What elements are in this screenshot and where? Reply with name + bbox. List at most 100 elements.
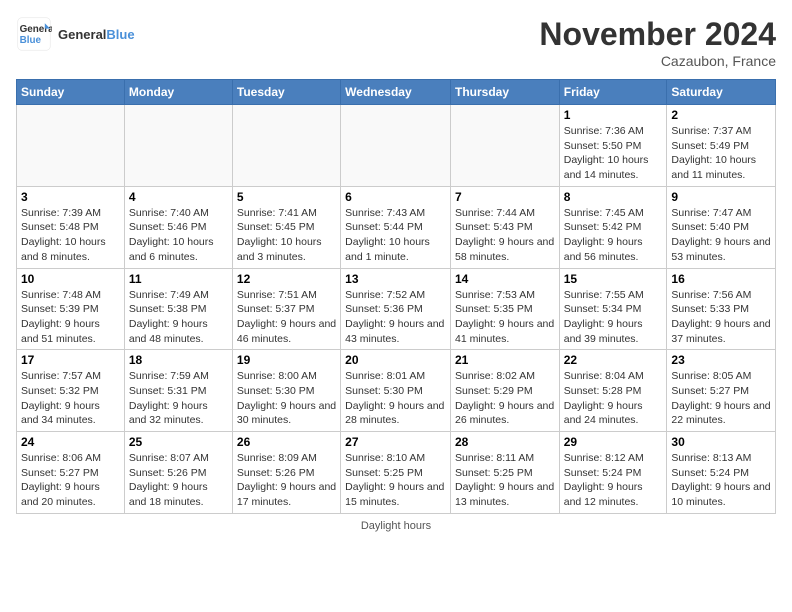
- day-number: 1: [564, 108, 663, 122]
- calendar-cell: 12 Sunrise: 7:51 AM Sunset: 5:37 PM Dayli…: [232, 268, 340, 350]
- header-friday: Friday: [559, 80, 667, 105]
- header-wednesday: Wednesday: [341, 80, 451, 105]
- day-info: Sunrise: 7:49 AM Sunset: 5:38 PM Dayligh…: [129, 288, 228, 347]
- day-number: 7: [455, 190, 555, 204]
- day-info: Sunrise: 7:48 AM Sunset: 5:39 PM Dayligh…: [21, 288, 120, 347]
- calendar-header-row: SundayMondayTuesdayWednesdayThursdayFrid…: [17, 80, 776, 105]
- day-info: Sunrise: 7:57 AM Sunset: 5:32 PM Dayligh…: [21, 369, 120, 428]
- day-info: Sunrise: 7:47 AM Sunset: 5:40 PM Dayligh…: [671, 206, 771, 265]
- calendar-cell: 16Sunrise: 7:56 AM Sunset: 5:33 PM Dayli…: [667, 268, 776, 350]
- day-info: Sunrise: 7:43 AM Sunset: 5:44 PM Dayligh…: [345, 206, 446, 265]
- day-info: Sunrise: 8:00 AM Sunset: 5:30 PM Dayligh…: [237, 369, 336, 428]
- week-row-1: 3 Sunrise: 7:39 AM Sunset: 5:48 PM Daylig…: [17, 186, 776, 268]
- calendar-cell: 1 Sunrise: 7:36 AM Sunset: 5:50 PM Daylig…: [559, 105, 667, 187]
- calendar-cell: 15 Sunrise: 7:55 AM Sunset: 5:34 PM Dayli…: [559, 268, 667, 350]
- calendar-cell: 5 Sunrise: 7:41 AM Sunset: 5:45 PM Daylig…: [232, 186, 340, 268]
- day-number: 4: [129, 190, 228, 204]
- day-info: Sunrise: 7:36 AM Sunset: 5:50 PM Dayligh…: [564, 124, 663, 183]
- day-info: Sunrise: 8:13 AM Sunset: 5:24 PM Dayligh…: [671, 451, 771, 510]
- day-info: Sunrise: 7:51 AM Sunset: 5:37 PM Dayligh…: [237, 288, 336, 347]
- day-info: Sunrise: 7:39 AM Sunset: 5:48 PM Dayligh…: [21, 206, 120, 265]
- calendar-cell: [124, 105, 232, 187]
- day-info: Sunrise: 7:41 AM Sunset: 5:45 PM Dayligh…: [237, 206, 336, 265]
- day-number: 13: [345, 272, 446, 286]
- calendar-table: SundayMondayTuesdayWednesdayThursdayFrid…: [16, 79, 776, 514]
- day-number: 18: [129, 353, 228, 367]
- calendar-cell: 18 Sunrise: 7:59 AM Sunset: 5:31 PM Dayli…: [124, 350, 232, 432]
- calendar-cell: 26Sunrise: 8:09 AM Sunset: 5:26 PM Dayli…: [232, 432, 340, 514]
- day-info: Sunrise: 7:45 AM Sunset: 5:42 PM Dayligh…: [564, 206, 663, 265]
- day-number: 15: [564, 272, 663, 286]
- day-number: 3: [21, 190, 120, 204]
- header-saturday: Saturday: [667, 80, 776, 105]
- day-number: 11: [129, 272, 228, 286]
- week-row-4: 24 Sunrise: 8:06 AM Sunset: 5:27 PM Dayli…: [17, 432, 776, 514]
- day-info: Sunrise: 7:53 AM Sunset: 5:35 PM Dayligh…: [455, 288, 555, 347]
- day-info: Sunrise: 8:02 AM Sunset: 5:29 PM Dayligh…: [455, 369, 555, 428]
- svg-text:Blue: Blue: [20, 35, 42, 46]
- day-number: 10: [21, 272, 120, 286]
- logo-text: GeneralBlue: [58, 27, 135, 42]
- day-info: Sunrise: 7:59 AM Sunset: 5:31 PM Dayligh…: [129, 369, 228, 428]
- day-info: Sunrise: 8:09 AM Sunset: 5:26 PM Dayligh…: [237, 451, 336, 510]
- calendar-cell: 10 Sunrise: 7:48 AM Sunset: 5:39 PM Dayli…: [17, 268, 125, 350]
- day-info: Sunrise: 8:06 AM Sunset: 5:27 PM Dayligh…: [21, 451, 120, 510]
- day-number: 9: [671, 190, 771, 204]
- header-sunday: Sunday: [17, 80, 125, 105]
- day-info: Sunrise: 8:11 AM Sunset: 5:25 PM Dayligh…: [455, 451, 555, 510]
- day-number: 12: [237, 272, 336, 286]
- day-info: Sunrise: 8:12 AM Sunset: 5:24 PM Dayligh…: [564, 451, 663, 510]
- day-number: 27: [345, 435, 446, 449]
- day-info: Sunrise: 8:05 AM Sunset: 5:27 PM Dayligh…: [671, 369, 771, 428]
- calendar-cell: [450, 105, 559, 187]
- header-monday: Monday: [124, 80, 232, 105]
- calendar-cell: 11 Sunrise: 7:49 AM Sunset: 5:38 PM Dayli…: [124, 268, 232, 350]
- week-row-0: 1 Sunrise: 7:36 AM Sunset: 5:50 PM Daylig…: [17, 105, 776, 187]
- day-number: 6: [345, 190, 446, 204]
- day-number: 24: [21, 435, 120, 449]
- week-row-2: 10 Sunrise: 7:48 AM Sunset: 5:39 PM Dayli…: [17, 268, 776, 350]
- day-number: 30: [671, 435, 771, 449]
- week-row-3: 17Sunrise: 7:57 AM Sunset: 5:32 PM Dayli…: [17, 350, 776, 432]
- day-info: Sunrise: 8:07 AM Sunset: 5:26 PM Dayligh…: [129, 451, 228, 510]
- calendar-cell: [232, 105, 340, 187]
- day-number: 5: [237, 190, 336, 204]
- calendar-cell: 4 Sunrise: 7:40 AM Sunset: 5:46 PM Daylig…: [124, 186, 232, 268]
- calendar-cell: [341, 105, 451, 187]
- day-info: Sunrise: 7:52 AM Sunset: 5:36 PM Dayligh…: [345, 288, 446, 347]
- title-block: November 2024 Cazaubon, France: [539, 16, 776, 69]
- page-header: General Blue GeneralBlue November 2024 C…: [16, 16, 776, 69]
- calendar-cell: 25 Sunrise: 8:07 AM Sunset: 5:26 PM Dayli…: [124, 432, 232, 514]
- day-number: 19: [237, 353, 336, 367]
- month-title: November 2024: [539, 16, 776, 53]
- calendar-cell: 9 Sunrise: 7:47 AM Sunset: 5:40 PM Daylig…: [667, 186, 776, 268]
- calendar-cell: 6 Sunrise: 7:43 AM Sunset: 5:44 PM Daylig…: [341, 186, 451, 268]
- calendar-cell: 7Sunrise: 7:44 AM Sunset: 5:43 PM Daylig…: [450, 186, 559, 268]
- day-number: 8: [564, 190, 663, 204]
- calendar-cell: [17, 105, 125, 187]
- day-number: 2: [671, 108, 771, 122]
- day-info: Sunrise: 7:40 AM Sunset: 5:46 PM Dayligh…: [129, 206, 228, 265]
- day-info: Sunrise: 8:10 AM Sunset: 5:25 PM Dayligh…: [345, 451, 446, 510]
- calendar-cell: 29Sunrise: 8:12 AM Sunset: 5:24 PM Dayli…: [559, 432, 667, 514]
- calendar-cell: 2Sunrise: 7:37 AM Sunset: 5:49 PM Daylig…: [667, 105, 776, 187]
- calendar-cell: 19 Sunrise: 8:00 AM Sunset: 5:30 PM Dayli…: [232, 350, 340, 432]
- day-info: Sunrise: 8:01 AM Sunset: 5:30 PM Dayligh…: [345, 369, 446, 428]
- header-tuesday: Tuesday: [232, 80, 340, 105]
- location: Cazaubon, France: [539, 53, 776, 69]
- calendar-cell: 23 Sunrise: 8:05 AM Sunset: 5:27 PM Dayli…: [667, 350, 776, 432]
- day-info: Sunrise: 7:56 AM Sunset: 5:33 PM Dayligh…: [671, 288, 771, 347]
- day-info: Sunrise: 7:55 AM Sunset: 5:34 PM Dayligh…: [564, 288, 663, 347]
- day-number: 20: [345, 353, 446, 367]
- calendar-cell: 30 Sunrise: 8:13 AM Sunset: 5:24 PM Dayli…: [667, 432, 776, 514]
- day-number: 23: [671, 353, 771, 367]
- day-number: 25: [129, 435, 228, 449]
- calendar-cell: 20 Sunrise: 8:01 AM Sunset: 5:30 PM Dayli…: [341, 350, 451, 432]
- calendar-cell: 14Sunrise: 7:53 AM Sunset: 5:35 PM Dayli…: [450, 268, 559, 350]
- calendar-cell: 3 Sunrise: 7:39 AM Sunset: 5:48 PM Daylig…: [17, 186, 125, 268]
- daylight-note: Daylight hours: [16, 520, 776, 532]
- logo-icon: General Blue: [16, 16, 52, 52]
- header-thursday: Thursday: [450, 80, 559, 105]
- day-number: 22: [564, 353, 663, 367]
- calendar-cell: 24 Sunrise: 8:06 AM Sunset: 5:27 PM Dayli…: [17, 432, 125, 514]
